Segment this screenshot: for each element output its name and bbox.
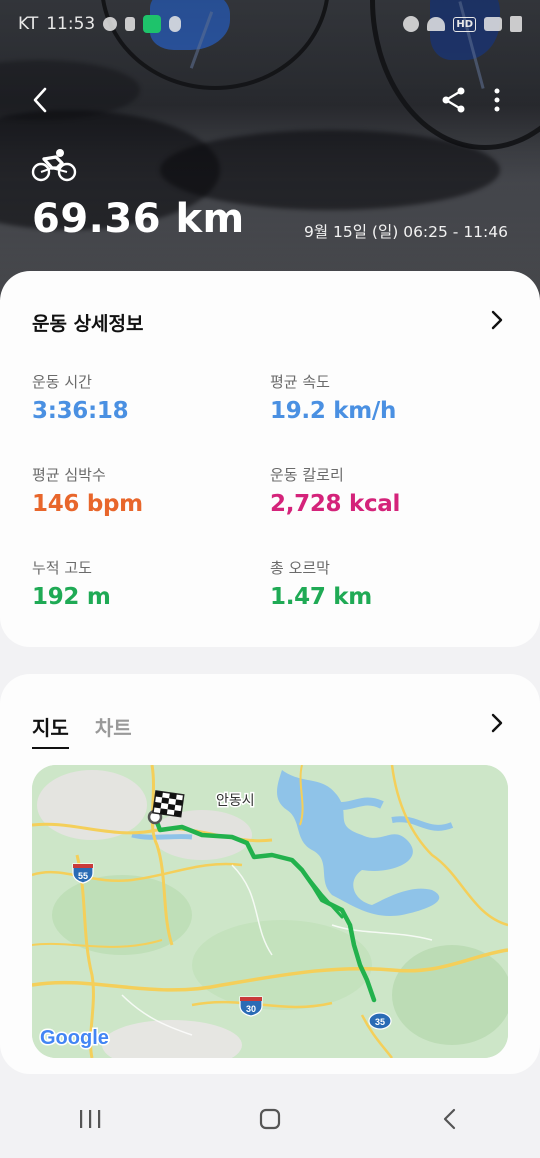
chevron-right-icon[interactable] (490, 309, 504, 331)
cycling-icon (31, 149, 77, 182)
hd-icon: HD (453, 16, 476, 32)
map-card: 지도 차트 55 30 35 안동시 Google (0, 674, 540, 1074)
tab-chart[interactable]: 차트 (95, 712, 132, 749)
stat-label: 누적 고도 (32, 559, 92, 577)
recent-apps-button[interactable] (60, 1099, 120, 1139)
call-icon (169, 16, 182, 32)
home-button[interactable] (240, 1099, 300, 1139)
stat-label: 운동 칼로리 (270, 466, 344, 484)
map-canvas: 55 30 35 안동시 Google (32, 765, 508, 1058)
signal-icon (484, 17, 502, 31)
stat-avg-heart-rate: 평균 심박수 146 bpm (32, 464, 143, 517)
status-bar: KT 11:53 HD (18, 10, 522, 38)
map-tabs: 지도 차트 (32, 712, 132, 749)
stat-value: 2,728 kcal (270, 491, 401, 517)
svg-text:55: 55 (78, 871, 88, 881)
route-shield-35: 35 (368, 1012, 392, 1030)
total-distance: 69.36 km (32, 196, 245, 242)
recent-apps-icon (80, 1110, 101, 1128)
workout-datetime: 9월 15일 (일) 06:25 - 11:46 (303, 223, 508, 241)
card-title: 운동 상세정보 (32, 313, 144, 335)
stat-elevation-gain: 누적 고도 192 m (32, 557, 111, 610)
tab-map[interactable]: 지도 (32, 712, 69, 749)
carrier-label: KT (18, 14, 39, 34)
system-nav-bar (0, 1080, 540, 1158)
stat-value: 3:36:18 (32, 398, 129, 424)
svg-text:35: 35 (375, 1017, 385, 1027)
finish-flag-icon (152, 790, 185, 818)
stat-value: 19.2 km/h (270, 398, 397, 424)
app-notification-icon (143, 15, 162, 33)
svg-text:30: 30 (246, 1004, 256, 1014)
route-shield-30: 30 (239, 996, 263, 1017)
hero-image (0, 0, 540, 300)
stat-label: 운동 시간 (32, 373, 92, 391)
stat-total-ascent: 총 오르막 1.47 km (270, 557, 372, 610)
home-icon (259, 1108, 281, 1130)
stat-avg-speed: 평균 속도 19.2 km/h (270, 371, 396, 424)
route-map[interactable]: 55 30 35 안동시 Google (32, 765, 508, 1058)
back-button[interactable] (420, 1099, 480, 1139)
more-vertical-icon[interactable] (487, 84, 507, 116)
workout-details-card[interactable]: 운동 상세정보 운동 시간 3:36:18 평균 속도 19.2 km/h 평균… (0, 271, 540, 647)
stat-label: 평균 속도 (270, 373, 330, 391)
back-icon (443, 1108, 456, 1130)
share-icon[interactable] (440, 84, 468, 116)
google-logo: Google (40, 1027, 109, 1049)
notification-icon (103, 17, 118, 31)
screen: KT 11:53 HD 69.36 km 9월 15일 (일) 06:25 - … (0, 0, 540, 1158)
stat-label: 총 오르막 (270, 559, 330, 577)
clock: 11:53 (46, 14, 96, 34)
stat-calories: 운동 칼로리 2,728 kcal (270, 464, 400, 517)
stat-label: 평균 심박수 (32, 466, 106, 484)
wifi-icon (427, 17, 446, 31)
chevron-right-icon[interactable] (490, 712, 504, 734)
stat-value: 1.47 km (270, 584, 372, 610)
stat-value: 192 m (32, 584, 111, 610)
alarm-icon (403, 16, 420, 32)
battery-icon (510, 16, 522, 32)
city-label: 안동시 (216, 793, 255, 809)
stat-duration: 운동 시간 3:36:18 (32, 371, 129, 424)
stat-value: 146 bpm (32, 491, 143, 517)
route-shield-55: 55 (72, 863, 94, 884)
back-icon[interactable] (28, 84, 54, 116)
notification-icon (125, 17, 136, 31)
